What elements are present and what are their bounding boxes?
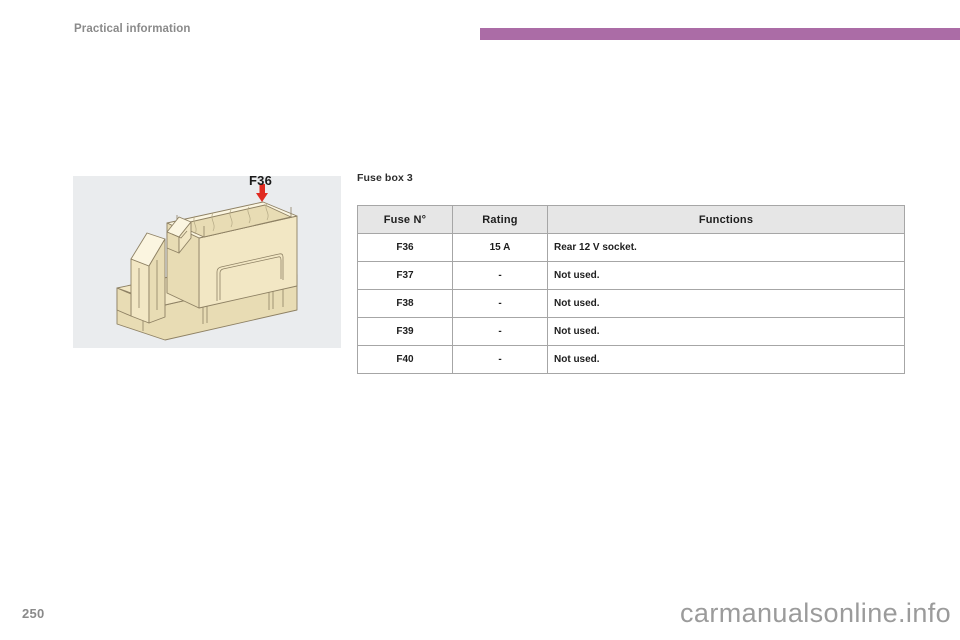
column-header-functions: Functions xyxy=(547,205,905,234)
cell-rating: - xyxy=(452,289,548,318)
table-row: F38- Not used. xyxy=(357,289,905,318)
cell-functions: Not used. xyxy=(547,345,905,374)
site-watermark: carmanualsonline.info xyxy=(680,598,952,628)
cell-functions: Rear 12 V socket. xyxy=(547,233,905,262)
cell-fuse-number: F40 xyxy=(357,345,453,374)
column-header-rating: Rating xyxy=(452,205,548,234)
page-number: 250 xyxy=(22,606,45,621)
fuse-table: Fuse N° Rating Functions F36 15 A Rear 12 … xyxy=(357,205,905,374)
cell-fuse-number: F36 xyxy=(357,233,453,262)
fuse-table-container: Fuse N° Rating Functions F36 15 A Rear 12 … xyxy=(357,205,905,374)
cell-rating: - xyxy=(452,317,548,346)
column-header-fuse-number: Fuse N° xyxy=(357,205,453,234)
table-header-row: Fuse N° Rating Functions xyxy=(357,205,905,234)
fuse-callout-label: F36 xyxy=(249,173,273,188)
cell-fuse-number: F39 xyxy=(357,317,453,346)
table-row: F40- Not used. xyxy=(357,345,905,374)
cell-rating: - xyxy=(452,261,548,290)
table-row: F37- Not used. xyxy=(357,261,905,290)
cell-fuse-number: F38 xyxy=(357,289,453,318)
header-accent-bar xyxy=(480,28,960,40)
running-header-title: Practical information xyxy=(74,23,191,35)
cell-functions: Not used. xyxy=(547,261,905,290)
cell-functions: Not used. xyxy=(547,289,905,318)
fuse-box-figure-panel: .bdy { fill:#f2e7c4; stroke:#8e8164; str… xyxy=(73,176,341,348)
cell-rating: - xyxy=(452,345,548,374)
cell-functions: Not used. xyxy=(547,317,905,346)
table-row: F39- Not used. xyxy=(357,317,905,346)
fuse-box-illustration: .bdy { fill:#f2e7c4; stroke:#8e8164; str… xyxy=(116,184,298,341)
cell-fuse-number: F37 xyxy=(357,261,453,290)
table-row: F36 15 A Rear 12 V socket. xyxy=(357,233,905,262)
section-title: Fuse box 3 xyxy=(357,172,413,184)
cell-rating: 15 A xyxy=(452,233,548,262)
